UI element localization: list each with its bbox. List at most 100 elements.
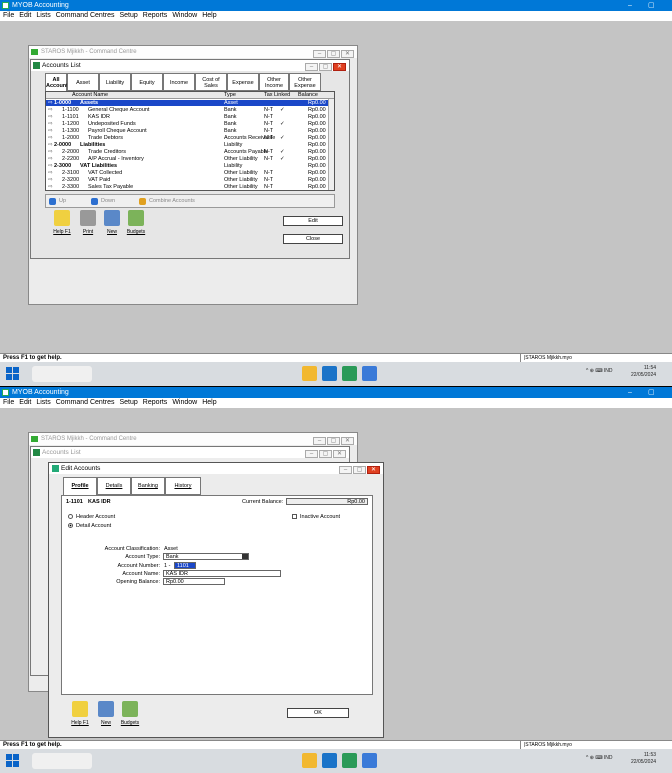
browser-icon[interactable] [362, 753, 377, 768]
table-row[interactable]: ⇨ 1-1100 General Cheque Account Bank N-T ✓ Rp0… [46, 107, 330, 113]
app-restore-button[interactable]: ▢ [648, 0, 655, 11]
al-restore-button[interactable]: ▢ [319, 63, 332, 71]
app-minimize-button[interactable]: – [628, 387, 632, 398]
browser-icon[interactable] [362, 366, 377, 381]
cc-restore-button[interactable]: ▢ [327, 437, 340, 445]
menu-setup[interactable]: Setup [120, 399, 138, 406]
tab-profile[interactable]: Profile [63, 477, 97, 496]
cc-restore-button[interactable]: ▢ [327, 50, 340, 58]
myob-taskbar-icon[interactable] [342, 366, 357, 381]
clock[interactable]: 11:53 22/05/2024 [631, 752, 656, 766]
table-row[interactable]: ⇨ 1-1200 Undeposited Funds Bank N-T ✓ Rp0.00 [46, 121, 330, 127]
al-minimize-button[interactable]: – [305, 450, 318, 458]
clock[interactable]: 11:54 22/05/2024 [631, 365, 656, 379]
help-tool[interactable]: Help F1 [51, 210, 73, 238]
detail-account-radio[interactable]: Detail Account [68, 523, 111, 529]
account-number-input[interactable]: 1101 [174, 562, 196, 569]
cc-close-button[interactable]: ✕ [341, 50, 354, 58]
table-row[interactable]: ⇨ 1-2000 Trade Debtors Accounts Receivable N… [46, 135, 330, 141]
menu-edit[interactable]: Edit [19, 12, 31, 19]
tab-banking[interactable]: Banking [131, 477, 165, 495]
new-tool[interactable]: New [101, 210, 123, 238]
table-row[interactable]: ⇨ 2-2000 Trade Creditors Accounts Payable N-… [46, 149, 330, 155]
table-row[interactable]: ⇨ 2-2200 A/P Accrual - Inventory Other Liab… [46, 156, 330, 162]
windows-start-icon[interactable] [6, 367, 20, 381]
al-close-button[interactable]: ✕ [333, 450, 346, 458]
table-row[interactable]: ⇨ 2-0000 Liabilities Liability Rp0.00 [46, 142, 330, 148]
account-type-select[interactable]: Bank [163, 553, 249, 560]
table-row[interactable]: ⇨ 2-3000 VAT Liabilities Liability Rp0.00 [46, 163, 330, 169]
table-row[interactable]: ⇨ 2-3100 VAT Collected Other Liability N-T Rp… [46, 170, 330, 176]
inactive-account-checkbox[interactable]: Inactive Account [292, 514, 340, 520]
tab-history[interactable]: History [165, 477, 201, 495]
cc-close-button[interactable]: ✕ [341, 437, 354, 445]
table-row[interactable]: ⇨ 1-1101 KAS IDR Bank N-T Rp0.00 [46, 114, 330, 120]
menu-setup[interactable]: Setup [120, 12, 138, 19]
header-account-radio[interactable]: Header Account [68, 514, 115, 520]
budgets-tool[interactable]: Budgets [119, 701, 141, 729]
account-number: 1-1100 [62, 107, 79, 113]
menu-command-centres[interactable]: Command Centres [56, 399, 115, 406]
tab-liability[interactable]: Liability [99, 73, 131, 91]
ok-button[interactable]: OK [287, 708, 349, 718]
new-tool[interactable]: New [95, 701, 117, 729]
store-icon[interactable] [322, 753, 337, 768]
menu-lists[interactable]: Lists [36, 12, 50, 19]
menu-lists[interactable]: Lists [36, 399, 50, 406]
tab-other-expense[interactable]: Other Expense [289, 73, 321, 91]
al-minimize-button[interactable]: – [305, 63, 318, 71]
table-row[interactable]: ⇨ 2-3200 VAT Paid Other Liability N-T Rp0.00 [46, 177, 330, 183]
app-minimize-button[interactable]: – [628, 0, 632, 11]
menu-reports[interactable]: Reports [143, 12, 168, 19]
ea-restore-button[interactable]: ▢ [353, 466, 366, 474]
menu-help[interactable]: Help [202, 12, 216, 19]
table-row[interactable]: ⇨ 1-1300 Payroll Cheque Account Bank N-T Rp0.… [46, 128, 330, 134]
menu-window[interactable]: Window [172, 399, 197, 406]
tab-other-income[interactable]: Other Income [259, 73, 289, 91]
system-tray[interactable]: ^ ⊕ ⌨ IND [586, 368, 613, 374]
up-button[interactable]: Up [49, 196, 66, 207]
app-restore-button[interactable]: ▢ [648, 387, 655, 398]
al-close-button[interactable]: ✕ [333, 63, 346, 71]
menu-reports[interactable]: Reports [143, 399, 168, 406]
down-button[interactable]: Down [91, 196, 115, 207]
tab-equity[interactable]: Equity [131, 73, 163, 91]
cc-minimize-button[interactable]: – [313, 437, 326, 445]
opening-balance-input[interactable]: Rp0.00 [163, 578, 225, 585]
menu-command-centres[interactable]: Command Centres [56, 12, 115, 19]
table-row[interactable]: ⇨ 1-0000 Assets Asset Rp0.00 [46, 100, 330, 107]
help-tool[interactable]: Help F1 [69, 701, 91, 729]
accounts-table-scrollbar[interactable] [328, 99, 334, 190]
system-tray[interactable]: ^ ⊕ ⌨ IND [586, 755, 613, 761]
file-explorer-icon[interactable] [302, 753, 317, 768]
menu-file[interactable]: File [3, 399, 14, 406]
taskbar-search[interactable] [32, 366, 92, 382]
edit-button[interactable]: Edit [283, 216, 343, 226]
tab-expense[interactable]: Expense [227, 73, 259, 91]
table-row[interactable]: ⇨ 2-3300 Sales Tax Payable Other Liability N… [46, 184, 330, 190]
al-restore-button[interactable]: ▢ [319, 450, 332, 458]
cc-minimize-button[interactable]: – [313, 50, 326, 58]
menu-file[interactable]: File [3, 12, 14, 19]
store-icon[interactable] [322, 366, 337, 381]
menu-window[interactable]: Window [172, 12, 197, 19]
budgets-tool[interactable]: Budgets [125, 210, 147, 238]
tab-asset[interactable]: Asset [67, 73, 99, 91]
combine-accounts-button[interactable]: Combine Accounts [139, 196, 195, 207]
print-tool[interactable]: Print [77, 210, 99, 238]
ea-minimize-button[interactable]: – [339, 466, 352, 474]
account-type: Other Liability [224, 177, 258, 183]
menu-edit[interactable]: Edit [19, 399, 31, 406]
file-explorer-icon[interactable] [302, 366, 317, 381]
tab-income[interactable]: Income [163, 73, 195, 91]
menu-help[interactable]: Help [202, 399, 216, 406]
close-button[interactable]: Close [283, 234, 343, 244]
tab-cost-of-sales[interactable]: Cost of Sales [195, 73, 227, 91]
myob-taskbar-icon[interactable] [342, 753, 357, 768]
tab-all-accounts[interactable]: All Accounts [45, 73, 71, 92]
tab-details[interactable]: Details [97, 477, 131, 495]
ea-close-button[interactable]: ✕ [367, 466, 380, 474]
taskbar-search[interactable] [32, 753, 92, 769]
account-name-input[interactable]: KAS IDR [163, 570, 281, 577]
windows-start-icon[interactable] [6, 754, 20, 768]
